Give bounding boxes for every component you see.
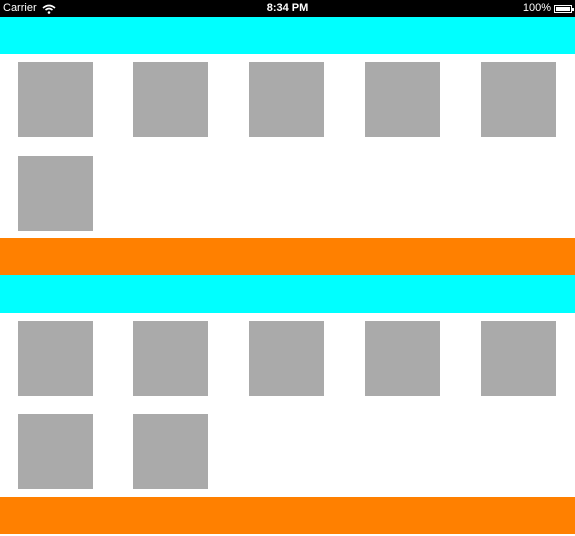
section-1-cell[interactable]	[481, 62, 556, 137]
section-1-cell[interactable]	[18, 62, 93, 137]
section-1-header	[0, 17, 575, 54]
section-2-cell[interactable]	[18, 321, 93, 396]
section-1-cell[interactable]	[133, 62, 208, 137]
section-1-cell[interactable]	[18, 156, 93, 231]
section-2-footer	[0, 497, 575, 534]
battery-icon	[554, 4, 574, 13]
battery-percent: 100%	[522, 2, 551, 14]
section-2-cell[interactable]	[18, 414, 93, 489]
section-2-cell[interactable]	[133, 321, 208, 396]
section-2-cell[interactable]	[365, 321, 440, 396]
status-time: 8:34 PM	[266, 2, 309, 14]
section-2-cell[interactable]	[481, 321, 556, 396]
section-1-cell[interactable]	[365, 62, 440, 137]
status-bar: Carrier 8:34 PM 100%	[0, 0, 575, 17]
section-2-header	[0, 275, 575, 313]
section-1-cell[interactable]	[249, 62, 324, 137]
section-2-cell[interactable]	[249, 321, 324, 396]
section-2-cell[interactable]	[133, 414, 208, 489]
section-1-footer	[0, 238, 575, 275]
battery-group: 100%	[522, 0, 574, 17]
